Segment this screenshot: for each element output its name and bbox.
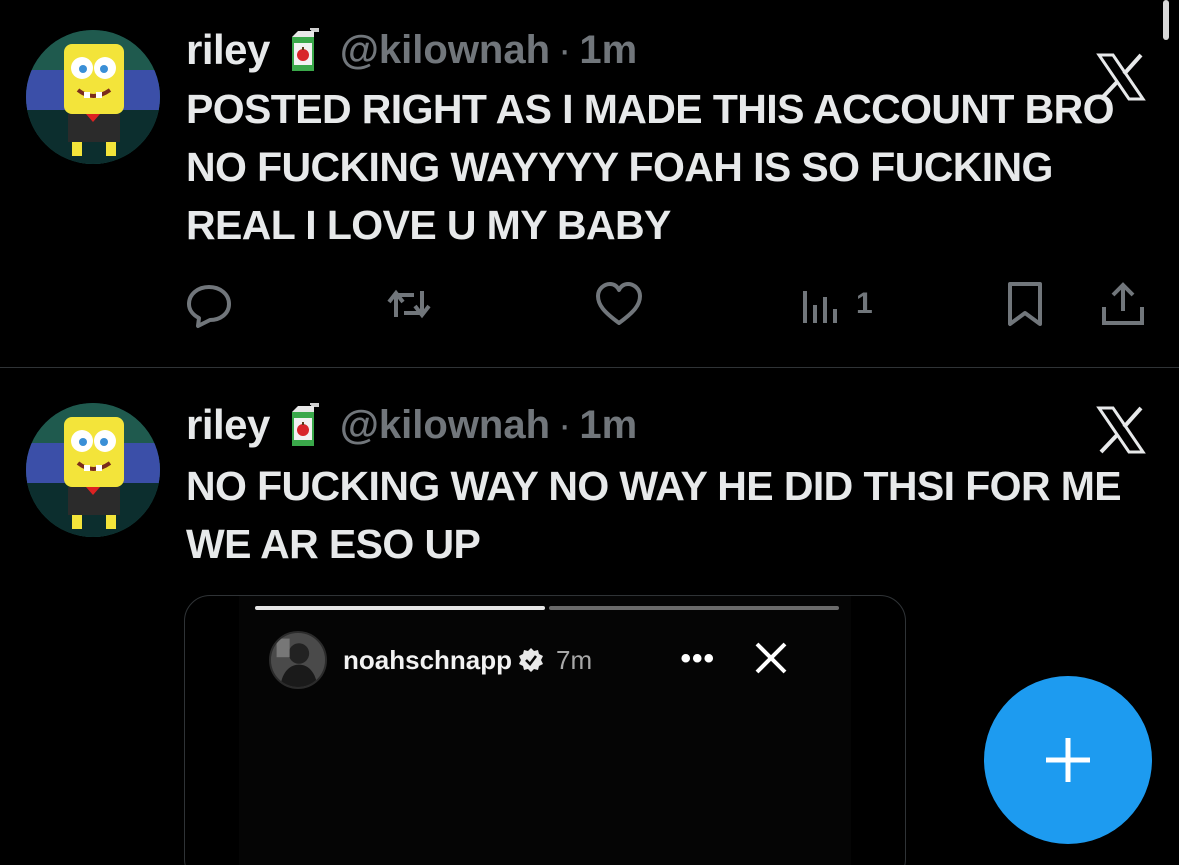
timestamp[interactable]: 1m	[579, 403, 637, 448]
x-logo-icon	[1095, 405, 1147, 455]
views-icon	[803, 291, 837, 323]
display-name[interactable]: riley	[186, 401, 270, 449]
story-screenshot: noahschnapp 7m •••	[239, 596, 851, 865]
juice-box-icon	[291, 403, 319, 446]
bookmark-button[interactable]	[1000, 276, 1050, 332]
compose-button[interactable]	[984, 676, 1152, 844]
share-button[interactable]	[1098, 276, 1148, 332]
tweet-text: POSTED RIGHT AS I MADE THIS ACCOUNT BRO …	[186, 86, 1125, 248]
juice-box-icon	[291, 28, 319, 71]
close-icon	[755, 642, 787, 674]
tweet-header: riley @kilownah · 1m	[186, 397, 637, 453]
reply-icon	[187, 285, 231, 328]
story-header: noahschnapp 7m •••	[269, 631, 821, 689]
heart-icon	[596, 282, 642, 325]
views-button[interactable]: 1	[796, 276, 873, 332]
handle[interactable]: @kilownah	[340, 403, 550, 448]
plus-icon	[1046, 738, 1090, 782]
tweet-header: riley @kilownah · 1m	[186, 22, 637, 78]
story-username: noahschnapp	[343, 644, 513, 675]
share-icon	[1102, 282, 1144, 325]
verified-icon	[519, 648, 544, 672]
more-options-icon: •••	[680, 642, 715, 675]
story-progress-segment	[549, 606, 839, 610]
display-name[interactable]: riley	[186, 26, 270, 74]
avatar[interactable]	[26, 403, 160, 537]
avatar[interactable]	[26, 30, 160, 164]
views-count: 1	[856, 287, 873, 320]
retweet-icon	[387, 289, 431, 319]
bookmark-icon	[1008, 282, 1042, 326]
separator: ·	[558, 27, 572, 72]
story-avatar	[269, 631, 327, 689]
separator: ·	[558, 402, 572, 447]
reply-button[interactable]	[184, 276, 234, 332]
story-time: 7m	[556, 644, 593, 675]
tweet-actions: 1	[0, 276, 1179, 336]
handle[interactable]: @kilownah	[340, 28, 550, 73]
like-button[interactable]	[594, 276, 644, 332]
tweet[interactable]: riley @kilownah · 1m POSTED RIGHT AS I M…	[0, 0, 1179, 368]
timestamp[interactable]: 1m	[579, 28, 637, 73]
retweet-button[interactable]	[384, 276, 434, 332]
tweet-text: NO FUCKING WAY NO WAY HE DID THSI FOR ME…	[186, 463, 1132, 567]
tweet-media[interactable]: noahschnapp 7m •••	[184, 595, 906, 865]
story-progress-segment	[255, 606, 545, 610]
